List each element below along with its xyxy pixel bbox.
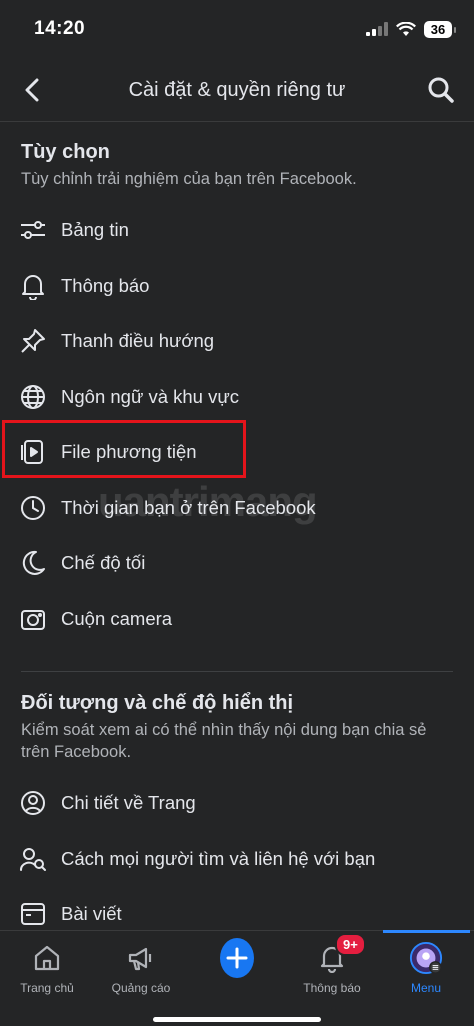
signal-icon <box>366 22 388 36</box>
nav-tab-home[interactable]: Trang chủ <box>0 931 94 1001</box>
pin-icon <box>19 327 47 355</box>
nav-tab-label: Thông báo <box>303 981 361 995</box>
settings-item-language-region[interactable]: Ngôn ngữ và khu vực <box>0 369 474 425</box>
audience-section: Đối tượng và chế độ hiển thị Kiểm soát x… <box>0 692 474 763</box>
settings-item-label: Cách mọi người tìm và liên hệ với bạn <box>61 848 376 869</box>
megaphone-icon <box>124 941 158 975</box>
settings-item-navigation-bar[interactable]: Thanh điều hướng <box>0 313 474 369</box>
section-subtitle: Kiểm soát xem ai có thể nhìn thấy nội du… <box>21 721 427 761</box>
chevron-left-icon <box>25 78 39 102</box>
battery-indicator: 36 <box>424 20 456 38</box>
nav-tab-label: Quảng cáo <box>111 981 171 995</box>
section-subtitle: Tùy chỉnh trải nghiệm của bạn trên Faceb… <box>21 170 357 188</box>
settings-item-time-on-facebook[interactable]: Thời gian bạn ở trên Facebook <box>0 480 474 536</box>
settings-item-label: Cuộn camera <box>61 608 173 629</box>
settings-item-notifications[interactable]: Thông báo <box>0 258 474 314</box>
settings-item-label: Thông báo <box>61 275 150 296</box>
back-button[interactable] <box>16 74 48 106</box>
settings-item-label: Ngôn ngữ và khu vực <box>61 386 239 407</box>
settings-item-news-feed[interactable]: Bảng tin <box>0 202 474 258</box>
camera-icon <box>19 605 47 633</box>
search-icon <box>428 77 454 103</box>
settings-item-dark-mode[interactable]: Chế độ tối <box>0 535 474 591</box>
settings-item-label: Bài viết <box>61 903 122 924</box>
section-title: Đối tượng và chế độ hiển thị <box>21 692 294 714</box>
moon-icon <box>19 549 47 577</box>
bottom-navigation: Trang chủ Quảng cáo 9+ Thông báo Menu <box>0 930 474 1026</box>
home-icon <box>30 941 64 975</box>
status-bar: 14:20 36 <box>0 0 474 60</box>
nav-tab-label: Trang chủ <box>20 981 74 995</box>
highlight-box <box>2 420 246 478</box>
section-divider <box>21 671 453 672</box>
settings-item-label: Bảng tin <box>61 219 129 240</box>
nav-tab-menu[interactable]: Menu <box>379 931 473 1001</box>
settings-item-find-contact[interactable]: Cách mọi người tìm và liên hệ với bạn <box>0 831 474 887</box>
settings-item-page-details[interactable]: Chi tiết về Trang <box>0 775 474 831</box>
nav-tab-ads[interactable]: Quảng cáo <box>94 931 188 1001</box>
wifi-icon <box>396 21 416 36</box>
globe-icon <box>19 383 47 411</box>
status-icons: 36 <box>366 20 456 38</box>
plus-icon <box>220 938 254 978</box>
settings-item-label: Thanh điều hướng <box>61 330 215 351</box>
nav-tab-notifications[interactable]: 9+ Thông báo <box>285 931 379 1001</box>
notification-badge: 9+ <box>335 933 366 956</box>
preferences-section: Tùy chọn Tùy chỉnh trải nghiệm của bạn t… <box>0 141 474 190</box>
sliders-icon <box>19 216 47 244</box>
search-button[interactable] <box>424 73 458 107</box>
avatar-icon <box>409 941 443 975</box>
clock-icon <box>19 494 47 522</box>
post-icon <box>19 900 47 928</box>
home-indicator <box>153 1017 321 1022</box>
user-circle-icon <box>19 789 47 817</box>
nav-create-button[interactable] <box>190 931 284 1001</box>
settings-item-camera-roll[interactable]: Cuộn camera <box>0 591 474 647</box>
status-time: 14:20 <box>34 18 86 39</box>
user-search-icon <box>19 845 47 873</box>
page-title: Cài đặt & quyền riêng tư <box>128 79 346 101</box>
page-header: Cài đặt & quyền riêng tư <box>0 60 474 122</box>
settings-item-label: Chi tiết về Trang <box>61 792 196 813</box>
settings-item-label: Thời gian bạn ở trên Facebook <box>61 497 316 518</box>
bell-icon <box>19 272 47 300</box>
section-title: Tùy chọn <box>21 141 110 163</box>
settings-item-label: Chế độ tối <box>61 552 146 573</box>
nav-tab-label: Menu <box>410 981 442 995</box>
